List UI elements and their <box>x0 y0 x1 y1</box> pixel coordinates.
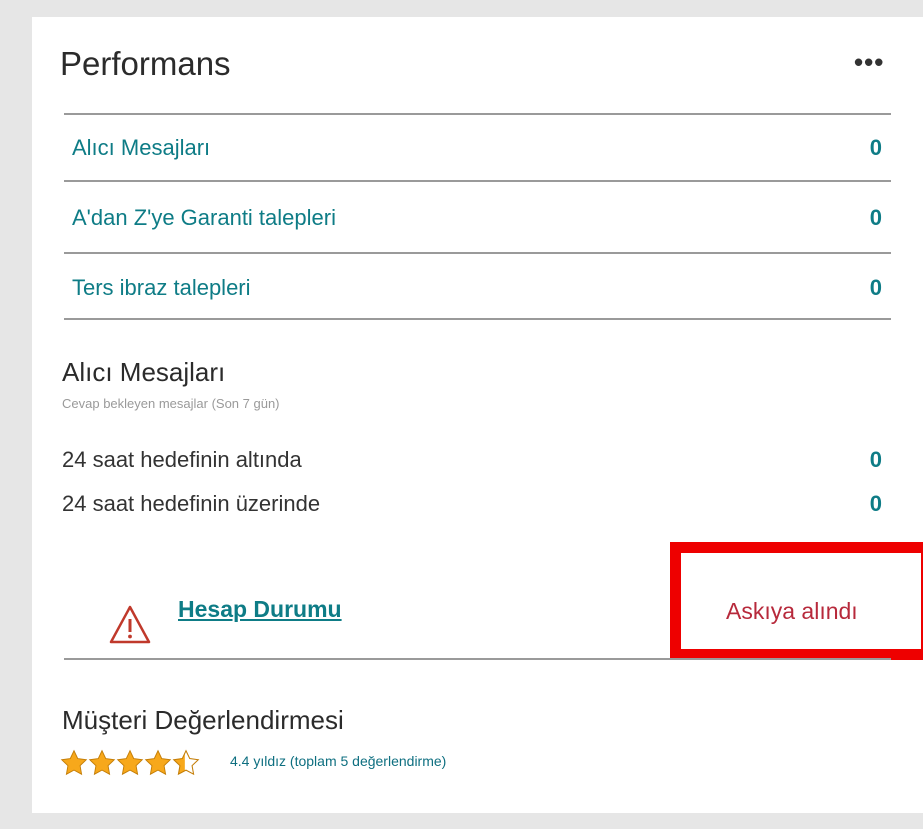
message-row-label: 24 saat hedefinin altında <box>62 447 302 472</box>
metric-value-buyer-messages: 0 <box>869 135 882 160</box>
metric-row-buyer-messages[interactable]: Alıcı Mesajları 0 <box>72 117 892 179</box>
divider <box>64 180 891 182</box>
customer-rating-heading: Müşteri Değerlendirmesi <box>62 705 344 735</box>
metric-value-chargeback-claims: 0 <box>869 275 882 300</box>
star-full-icon <box>116 749 144 776</box>
star-rating <box>60 749 200 777</box>
metric-link-chargeback-claims[interactable]: Ters ibraz talepleri <box>72 275 251 301</box>
message-row-value: 0 <box>869 447 882 472</box>
metric-row-a-to-z-claims[interactable]: A'dan Z'ye Garanti talepleri 0 <box>72 187 892 249</box>
buyer-messages-heading: Alıcı Mesajları <box>62 357 226 387</box>
metric-value-a-to-z-claims: 0 <box>869 205 882 230</box>
metric-link-a-to-z-claims[interactable]: A'dan Z'ye Garanti talepleri <box>72 205 336 231</box>
message-row-over-24h: 24 saat hedefinin üzerinde 0 <box>62 491 892 517</box>
star-full-icon <box>144 749 172 776</box>
divider <box>64 252 891 254</box>
star-full-icon <box>60 749 88 776</box>
message-row-value: 0 <box>869 491 882 516</box>
performance-card: Performans ••• Alıcı Mesajları 0 A'dan Z… <box>32 17 923 813</box>
divider <box>64 318 891 320</box>
star-full-icon <box>88 749 116 776</box>
metric-row-chargeback-claims[interactable]: Ters ibraz talepleri 0 <box>72 257 892 319</box>
message-row-under-24h: 24 saat hedefinin altında 0 <box>62 447 892 473</box>
warning-triangle-icon <box>109 605 151 644</box>
account-status-link[interactable]: Hesap Durumu <box>178 596 342 623</box>
more-options-icon[interactable]: ••• <box>854 47 884 78</box>
buyer-messages-note: Cevap bekleyen mesajlar (Son 7 gün) <box>62 396 280 411</box>
star-half-icon <box>172 749 200 776</box>
card-title: Performans <box>60 45 231 82</box>
message-row-label: 24 saat hedefinin üzerinde <box>62 491 321 516</box>
account-status-value: Askıya alındı <box>726 598 858 624</box>
rating-summary-link[interactable]: 4.4 yıldız (toplam 5 değerlendirme) <box>230 753 446 769</box>
metric-link-buyer-messages[interactable]: Alıcı Mesajları <box>72 135 210 161</box>
divider <box>64 658 891 660</box>
divider <box>64 113 891 115</box>
